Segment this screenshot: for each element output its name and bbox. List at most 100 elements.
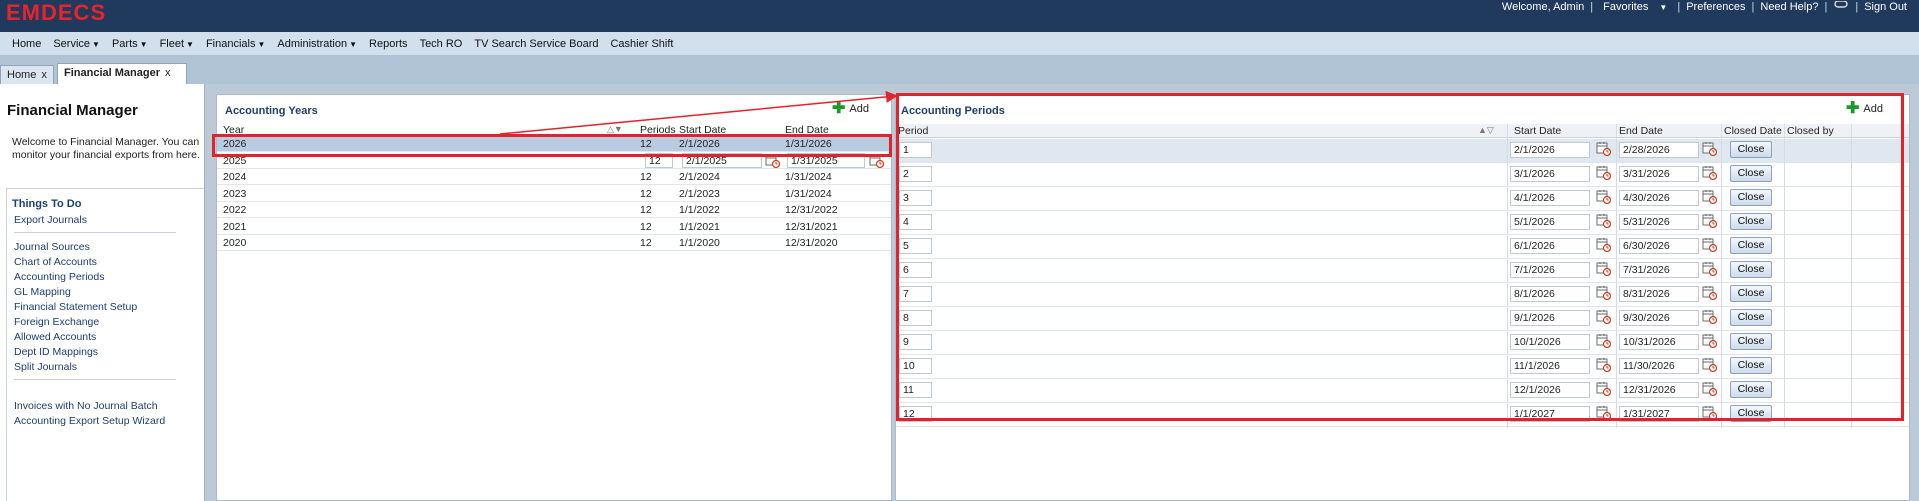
table-row[interactable]: 12 1/1/2027 1/31/2027 Close bbox=[896, 403, 1909, 427]
link-foreign-exchange[interactable]: Foreign Exchange bbox=[14, 316, 99, 328]
table-row[interactable]: 1 2/1/2026 2/28/2026 Close bbox=[896, 139, 1909, 163]
table-row[interactable]: 2022 12 1/1/2022 12/31/2022 bbox=[217, 202, 891, 218]
end-date-cell[interactable]: 1/31/2025 bbox=[787, 152, 865, 168]
link-export-journals[interactable]: Export Journals bbox=[14, 214, 87, 226]
menu-item-administration[interactable]: Administration ▼ bbox=[271, 38, 363, 50]
link-journal-sources[interactable]: Journal Sources bbox=[14, 241, 90, 253]
column-header-closed-date[interactable]: Closed Date bbox=[1724, 125, 1782, 137]
calendar-icon[interactable] bbox=[1596, 141, 1612, 157]
calendar-icon[interactable] bbox=[1596, 189, 1612, 205]
table-row[interactable]: 8 9/1/2026 9/30/2026 Close bbox=[896, 307, 1909, 331]
column-header-start-date[interactable]: Start Date bbox=[679, 124, 726, 136]
end-date-input[interactable]: 4/30/2026 bbox=[1619, 190, 1699, 206]
calendar-icon[interactable] bbox=[1596, 309, 1612, 325]
link-split-journals[interactable]: Split Journals bbox=[14, 361, 77, 373]
link-allowed-accounts[interactable]: Allowed Accounts bbox=[14, 331, 96, 343]
period-input[interactable]: 5 bbox=[899, 238, 932, 254]
calendar-icon[interactable] bbox=[1702, 261, 1718, 277]
emdecs-logo[interactable]: EMDECS bbox=[6, 2, 106, 24]
start-date-input[interactable]: 3/1/2026 bbox=[1510, 166, 1590, 182]
end-date-input[interactable]: 9/30/2026 bbox=[1619, 310, 1699, 326]
period-input[interactable]: 4 bbox=[899, 214, 932, 230]
calendar-icon[interactable] bbox=[1702, 285, 1718, 301]
period-input[interactable]: 11 bbox=[899, 382, 932, 398]
menu-item-tech-ro[interactable]: Tech RO bbox=[414, 38, 469, 50]
calendar-icon[interactable] bbox=[1596, 237, 1612, 253]
periods-cell[interactable]: 12 bbox=[645, 152, 673, 168]
link-financial-statement-setup[interactable]: Financial Statement Setup bbox=[14, 301, 137, 313]
end-date-input[interactable]: 11/30/2026 bbox=[1619, 358, 1699, 374]
tab-financial-manager[interactable]: Financial Manager x bbox=[57, 63, 187, 84]
end-date-input[interactable]: 2/28/2026 bbox=[1619, 142, 1699, 158]
table-row[interactable]: 2024 12 2/1/2024 1/31/2024 bbox=[217, 169, 891, 185]
table-row[interactable]: 3 4/1/2026 4/30/2026 Close bbox=[896, 187, 1909, 211]
start-date-input[interactable]: 4/1/2026 bbox=[1510, 190, 1590, 206]
sign-out-link[interactable]: Sign Out bbox=[1860, 1, 1911, 13]
calendar-icon[interactable] bbox=[1702, 405, 1718, 421]
preferences-link[interactable]: Preferences bbox=[1682, 1, 1749, 13]
end-date-input[interactable]: 1/31/2027 bbox=[1619, 406, 1699, 422]
column-header-periods[interactable]: Periods bbox=[640, 124, 676, 136]
close-period-button[interactable]: Close bbox=[1730, 213, 1772, 230]
column-header-year[interactable]: Year bbox=[223, 124, 244, 136]
table-row[interactable]: 2023 12 2/1/2023 1/31/2024 bbox=[217, 186, 891, 202]
table-row[interactable]: 7 8/1/2026 8/31/2026 Close bbox=[896, 283, 1909, 307]
start-date-input[interactable]: 10/1/2026 bbox=[1510, 334, 1590, 350]
table-row[interactable]: 2020 12 1/1/2020 12/31/2020 bbox=[217, 235, 891, 251]
start-date-input[interactable]: 11/1/2026 bbox=[1510, 358, 1590, 374]
year-cell[interactable]: 2025 bbox=[223, 155, 246, 167]
calendar-icon[interactable] bbox=[1702, 141, 1718, 157]
favorites-menu[interactable]: Favorites ▼ bbox=[1595, 1, 1675, 13]
calendar-icon[interactable] bbox=[765, 153, 781, 171]
start-date-input[interactable]: 2/1/2026 bbox=[1510, 142, 1590, 158]
link-gl-mapping[interactable]: GL Mapping bbox=[14, 286, 71, 298]
close-period-button[interactable]: Close bbox=[1730, 381, 1772, 398]
period-input[interactable]: 3 bbox=[899, 190, 932, 206]
table-row[interactable]: 6 7/1/2026 7/31/2026 Close bbox=[896, 259, 1909, 283]
close-period-button[interactable]: Close bbox=[1730, 309, 1772, 326]
close-period-button[interactable]: Close bbox=[1730, 285, 1772, 302]
sort-icon[interactable]: △▼ bbox=[607, 124, 623, 135]
calendar-icon[interactable] bbox=[1702, 189, 1718, 205]
close-icon[interactable]: x bbox=[165, 67, 171, 79]
calendar-icon[interactable] bbox=[1596, 213, 1612, 229]
calendar-icon[interactable] bbox=[869, 153, 885, 171]
sort-icon[interactable]: ▲▽ bbox=[1478, 125, 1494, 136]
calendar-icon[interactable] bbox=[1596, 381, 1612, 397]
menu-item-home[interactable]: Home bbox=[6, 38, 47, 50]
table-row[interactable]: 11 12/1/2026 12/31/2026 Close bbox=[896, 379, 1909, 403]
calendar-icon[interactable] bbox=[1596, 261, 1612, 277]
chat-icon[interactable] bbox=[1829, 0, 1853, 14]
menu-item-financials[interactable]: Financials ▼ bbox=[200, 38, 271, 50]
table-row[interactable]: 2026 12 2/1/2026 1/31/2026 bbox=[217, 136, 891, 152]
calendar-icon[interactable] bbox=[1596, 357, 1612, 373]
close-period-button[interactable]: Close bbox=[1730, 189, 1772, 206]
column-header-end-date[interactable]: End Date bbox=[785, 124, 829, 136]
menu-item-fleet[interactable]: Fleet ▼ bbox=[154, 38, 200, 50]
table-row[interactable]: 2025 12 2/1/2025 1/31/2025 bbox=[217, 152, 891, 171]
close-period-button[interactable]: Close bbox=[1730, 141, 1772, 158]
column-header-period[interactable]: Period bbox=[898, 125, 928, 137]
close-period-button[interactable]: Close bbox=[1730, 405, 1772, 422]
menu-item-service[interactable]: Service ▼ bbox=[47, 38, 106, 50]
calendar-icon[interactable] bbox=[1702, 213, 1718, 229]
start-date-input[interactable]: 12/1/2026 bbox=[1510, 382, 1590, 398]
start-date-input[interactable]: 9/1/2026 bbox=[1510, 310, 1590, 326]
close-period-button[interactable]: Close bbox=[1730, 333, 1772, 350]
start-date-cell[interactable]: 2/1/2025 bbox=[682, 152, 762, 168]
close-period-button[interactable]: Close bbox=[1730, 261, 1772, 278]
end-date-input[interactable]: 8/31/2026 bbox=[1619, 286, 1699, 302]
table-row[interactable]: 4 5/1/2026 5/31/2026 Close bbox=[896, 211, 1909, 235]
column-header-closed-by[interactable]: Closed by bbox=[1787, 125, 1834, 137]
close-period-button[interactable]: Close bbox=[1730, 357, 1772, 374]
menu-item-cashier-shift[interactable]: Cashier Shift bbox=[604, 38, 679, 50]
calendar-icon[interactable] bbox=[1702, 333, 1718, 349]
calendar-icon[interactable] bbox=[1596, 285, 1612, 301]
end-date-input[interactable]: 3/31/2026 bbox=[1619, 166, 1699, 182]
end-date-input[interactable]: 12/31/2026 bbox=[1619, 382, 1699, 398]
start-date-input[interactable]: 7/1/2026 bbox=[1510, 262, 1590, 278]
start-date-input[interactable]: 1/1/2027 bbox=[1510, 406, 1590, 422]
link-dept-id-mappings[interactable]: Dept ID Mappings bbox=[14, 346, 98, 358]
period-input[interactable]: 9 bbox=[899, 334, 932, 350]
calendar-icon[interactable] bbox=[1702, 165, 1718, 181]
